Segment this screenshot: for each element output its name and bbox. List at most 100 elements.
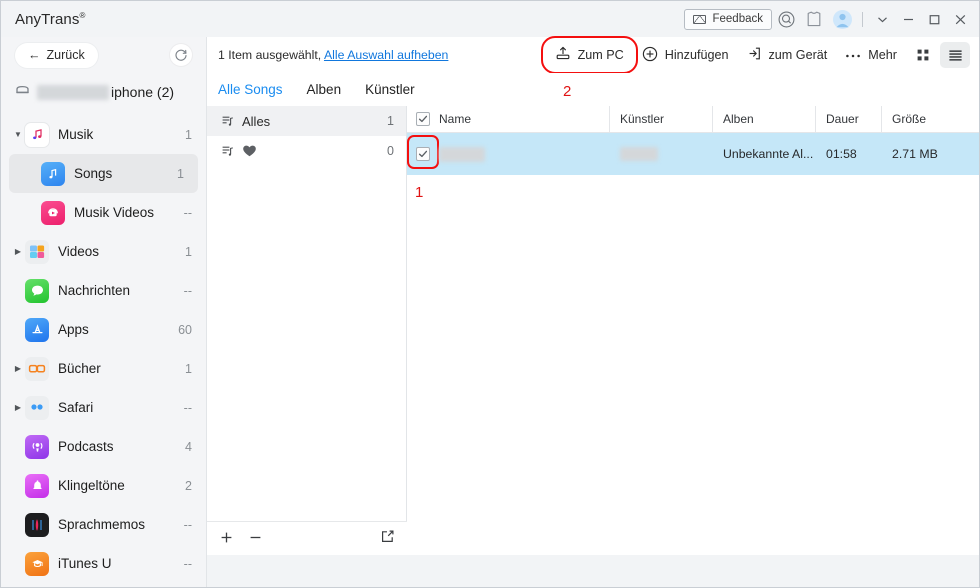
sidebar-item-label: Videos <box>58 244 100 259</box>
column-header-artist[interactable]: Künstler <box>610 105 713 133</box>
title-bar-actions: Feedback <box>684 1 979 37</box>
sidebar-item-count: 4 <box>185 439 192 454</box>
list-view-icon[interactable] <box>940 42 970 68</box>
playlist-count: 0 <box>387 144 394 158</box>
chevron-placeholder-icon: ▶ <box>11 482 25 490</box>
select-all-checkbox[interactable] <box>416 112 430 126</box>
chevron-collapsed-icon[interactable]: ▶ <box>11 247 25 256</box>
export-to-pc-icon <box>555 46 571 64</box>
refresh-icon[interactable] <box>170 44 192 66</box>
chevron-placeholder-icon: ▶ <box>11 170 25 178</box>
sidebar-item-count: -- <box>183 517 192 532</box>
more-button[interactable]: Mehr <box>836 42 906 68</box>
sidebar-item-sprachmemos[interactable]: ▶ Sprachmemos -- <box>1 505 206 544</box>
feedback-button[interactable]: Feedback <box>684 8 772 30</box>
edit-square-icon[interactable] <box>380 529 395 549</box>
ellipsis-icon <box>845 48 861 62</box>
sidebar-item-label: iTunes U <box>58 556 112 571</box>
sidebar-item-klingeltoene[interactable]: ▶ Klingeltöne 2 <box>1 466 206 505</box>
cell-artist <box>610 133 713 175</box>
row-checkbox[interactable] <box>416 147 430 161</box>
sidebar-item-podcasts[interactable]: ▶ Podcasts 4 <box>1 427 206 466</box>
tab-alle-songs[interactable]: Alle Songs <box>218 82 283 97</box>
safari-icon <box>25 395 49 420</box>
minus-icon[interactable] <box>248 530 263 548</box>
import-to-device-icon <box>747 46 762 64</box>
back-label: Zurück <box>46 48 85 62</box>
playlist-panel: Alles 1 0 <box>207 106 407 555</box>
device-name-blurred <box>37 84 109 100</box>
add-button[interactable]: Hinzufügen <box>633 42 738 68</box>
podcasts-icon <box>25 434 49 459</box>
mail-icon <box>693 14 707 24</box>
to-device-button[interactable]: zum Gerät <box>738 42 837 68</box>
tshirt-icon[interactable] <box>800 5 828 33</box>
chevron-collapsed-icon[interactable]: ▶ <box>11 403 25 412</box>
plus-icon[interactable] <box>219 530 234 548</box>
sidebar-item-nachrichten[interactable]: ▶ Nachrichten -- <box>1 271 206 310</box>
column-header-label: Größe <box>892 112 927 126</box>
sidebar-item-songs[interactable]: ▶ Songs 1 <box>9 154 198 193</box>
trademark-symbol: ® <box>79 10 86 20</box>
user-avatar-icon[interactable] <box>828 5 856 33</box>
sidebar-item-itunes-u[interactable]: ▶ iTunes U -- <box>1 544 206 583</box>
sidebar-item-musik-videos[interactable]: ▶ Musik Videos -- <box>1 193 206 232</box>
close-icon[interactable] <box>947 5 973 33</box>
table-row[interactable]: Unbekannte Al... 01:58 2.71 MB <box>407 133 979 175</box>
column-header-label: Alben <box>723 112 754 126</box>
to-pc-button[interactable]: Zum PC <box>540 36 638 74</box>
sidebar-item-label: Bücher <box>58 361 101 376</box>
sidebar-item-count: 2 <box>185 478 192 493</box>
sidebar-item-label: Nachrichten <box>58 283 131 298</box>
device-row[interactable]: iphone (2) <box>1 77 206 107</box>
column-header-album[interactable]: Alben <box>713 105 816 133</box>
to-pc-label: Zum PC <box>577 48 624 62</box>
books-icon <box>25 356 49 381</box>
playlist-footer <box>207 521 407 555</box>
tab-kuenstler[interactable]: Künstler <box>365 82 415 97</box>
sidebar-nav: ▼ Musik 1 ▶ Songs 1 ▶ Musik <box>1 115 206 583</box>
column-header-name[interactable]: Name <box>407 105 610 133</box>
annotation-marker-1: 1 <box>415 184 424 201</box>
sidebar-item-buecher[interactable]: ▶ Bücher 1 <box>1 349 206 388</box>
column-header-size[interactable]: Größe <box>882 106 979 133</box>
back-arrow-icon: ← <box>28 48 41 62</box>
add-label: Hinzufügen <box>664 48 729 62</box>
playlist-icon <box>221 145 234 158</box>
chevron-expanded-icon[interactable]: ▼ <box>11 130 25 139</box>
cell-name <box>407 133 610 175</box>
sidebar-item-label: Podcasts <box>58 439 114 454</box>
sidebar-item-label: Safari <box>58 400 94 415</box>
grid-view-icon[interactable] <box>908 42 938 68</box>
sidebar-item-label: Apps <box>58 322 89 337</box>
sidebar-item-count: -- <box>183 556 192 571</box>
title-bar: AnyTrans® Feedback <box>1 1 979 37</box>
chevron-down-icon[interactable] <box>869 5 895 33</box>
column-header-label: Künstler <box>620 112 665 126</box>
minimize-icon[interactable] <box>895 5 921 33</box>
sidebar-item-label: Sprachmemos <box>58 517 146 532</box>
row-checkbox-wrap <box>407 135 439 169</box>
cell-duration: 01:58 <box>826 147 857 161</box>
tab-alben[interactable]: Alben <box>307 82 342 97</box>
sidebar-item-label: Songs <box>74 166 113 181</box>
chevron-collapsed-icon[interactable]: ▶ <box>11 364 25 373</box>
chevron-placeholder-icon: ▶ <box>11 326 25 334</box>
playlist-row-favorites[interactable]: 0 <box>207 136 406 166</box>
more-label: Mehr <box>868 48 897 62</box>
cell-album: Unbekannte Al... <box>723 147 814 161</box>
chevron-placeholder-icon: ▶ <box>11 287 25 295</box>
sidebar-item-safari[interactable]: ▶ Safari -- <box>1 388 206 427</box>
back-button[interactable]: ← Zurück <box>15 42 98 68</box>
sidebar-item-videos[interactable]: ▶ Videos 1 <box>1 232 206 271</box>
sidebar-item-count: 60 <box>178 322 192 337</box>
playlist-row-alles[interactable]: Alles 1 <box>207 106 406 136</box>
column-header-duration[interactable]: Dauer <box>816 105 882 133</box>
sidebar-item-apps[interactable]: ▶ Apps 60 <box>1 310 206 349</box>
feedback-label: Feedback <box>712 13 763 25</box>
deselect-all-link[interactable]: Alle Auswahl aufheben <box>324 48 448 62</box>
search-icon[interactable] <box>772 5 800 33</box>
to-device-label: zum Gerät <box>768 48 828 62</box>
maximize-icon[interactable] <box>921 5 947 33</box>
sidebar-item-musik[interactable]: ▼ Musik 1 <box>1 115 206 154</box>
